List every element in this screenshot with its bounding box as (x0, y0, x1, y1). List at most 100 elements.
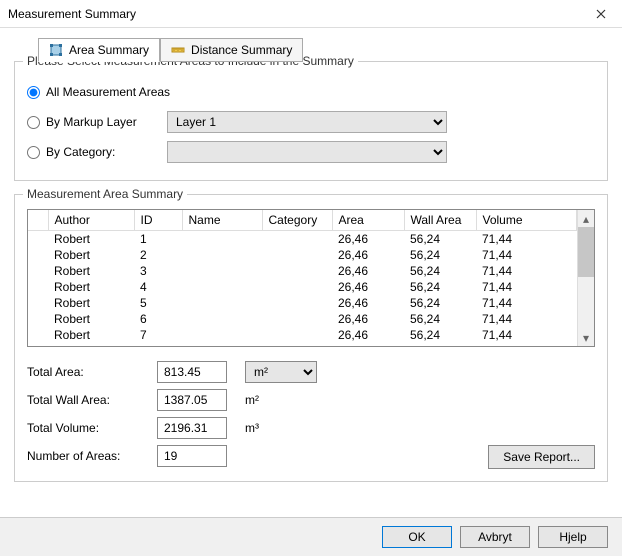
close-button[interactable] (580, 0, 622, 28)
cell-wall: 56,24 (404, 327, 476, 343)
cell-id: 4 (134, 279, 182, 295)
total-wall-value[interactable] (157, 389, 227, 411)
cell-category (262, 327, 332, 343)
cell-volume: 71,44 (476, 327, 577, 343)
table-row[interactable]: Robert426,4656,2471,44 (28, 279, 577, 295)
radio-by-layer[interactable]: By Markup Layer (27, 115, 167, 129)
titlebar: Measurement Summary (0, 0, 622, 28)
tab-area-label: Area Summary (69, 43, 149, 57)
cell-area: 26,46 (332, 311, 404, 327)
cell-volume: 71,44 (476, 279, 577, 295)
tab-distance-summary[interactable]: Distance Summary (160, 38, 303, 62)
radio-all-input[interactable] (27, 86, 40, 99)
cell-author: Robert (48, 327, 134, 343)
tab-area-summary[interactable]: Area Summary (38, 38, 160, 62)
cell-area: 26,46 (332, 263, 404, 279)
total-volume-label: Total Volume: (27, 421, 157, 435)
radio-category-label: By Category: (46, 145, 115, 159)
cell-author: Robert (48, 311, 134, 327)
cell-author: Robert (48, 231, 134, 248)
cell-id: 7 (134, 327, 182, 343)
cell-name (182, 231, 262, 248)
cell-author: Robert (48, 247, 134, 263)
cell-name (182, 295, 262, 311)
col-name[interactable]: Name (182, 210, 262, 231)
cell-volume: 71,44 (476, 263, 577, 279)
area-unit-select[interactable]: m² (245, 361, 317, 383)
cell-volume: 71,44 (476, 231, 577, 248)
cell-id: 1 (134, 231, 182, 248)
selection-group: Please Select Measurement Areas to Inclu… (14, 61, 608, 181)
cell-wall: 56,24 (404, 311, 476, 327)
cell-category (262, 263, 332, 279)
cell-category (262, 279, 332, 295)
cell-id: 3 (134, 263, 182, 279)
category-select[interactable] (167, 141, 447, 163)
radio-layer-input[interactable] (27, 116, 40, 129)
cell-name (182, 263, 262, 279)
total-area-label: Total Area: (27, 365, 157, 379)
cell-area: 26,46 (332, 279, 404, 295)
summary-legend: Measurement Area Summary (23, 187, 187, 201)
summary-group: Measurement Area Summary Author ID Name … (14, 194, 608, 482)
total-volume-value[interactable] (157, 417, 227, 439)
col-volume[interactable]: Volume (476, 210, 577, 231)
cell-author: Robert (48, 279, 134, 295)
radio-by-category[interactable]: By Category: (27, 145, 167, 159)
dialog-footer: OK Avbryt Hjelp (0, 517, 622, 556)
cell-name (182, 247, 262, 263)
radio-layer-label: By Markup Layer (46, 115, 137, 129)
scroll-down-icon[interactable]: ▾ (578, 329, 594, 346)
count-value[interactable] (157, 445, 227, 467)
cell-wall: 56,24 (404, 231, 476, 248)
scroll-up-icon[interactable]: ▴ (578, 210, 594, 227)
total-wall-label: Total Wall Area: (27, 393, 157, 407)
table-row[interactable]: Robert7 26,4656,2471,44 (28, 327, 577, 343)
col-area[interactable]: Area (332, 210, 404, 231)
col-pad[interactable] (28, 210, 48, 231)
cell-author: Robert (48, 263, 134, 279)
cell-wall: 56,24 (404, 263, 476, 279)
cell-id: 6 (134, 311, 182, 327)
col-author[interactable]: Author (48, 210, 134, 231)
table-row[interactable]: Robert526,4656,2471,44 (28, 295, 577, 311)
cell-area: 26,46 (332, 247, 404, 263)
table-row[interactable]: Robert6 26,4656,2471,44 (28, 311, 577, 327)
cell-category (262, 247, 332, 263)
col-id[interactable]: ID (134, 210, 182, 231)
cell-author: Robert (48, 295, 134, 311)
cell-name (182, 327, 262, 343)
table-scrollbar[interactable]: ▴ ▾ (577, 210, 594, 346)
table-row[interactable]: Robert226,4656,2471,44 (28, 247, 577, 263)
total-area-value[interactable] (157, 361, 227, 383)
cell-volume: 71,44 (476, 311, 577, 327)
cell-wall: 56,24 (404, 247, 476, 263)
cell-category (262, 311, 332, 327)
cell-volume: 71,44 (476, 295, 577, 311)
radio-category-input[interactable] (27, 146, 40, 159)
scroll-thumb[interactable] (578, 227, 594, 277)
table-row[interactable]: Robert1 26,4656,2471,44 (28, 231, 577, 248)
help-button[interactable]: Hjelp (538, 526, 608, 548)
table-row[interactable]: Robert3 26,4656,2471,44 (28, 263, 577, 279)
cancel-button[interactable]: Avbryt (460, 526, 530, 548)
cell-area: 26,46 (332, 231, 404, 248)
cell-category (262, 231, 332, 248)
save-report-button[interactable]: Save Report... (488, 445, 595, 469)
layer-select[interactable]: Layer 1 (167, 111, 447, 133)
radio-all-areas[interactable]: All Measurement Areas (27, 85, 170, 99)
summary-table: Author ID Name Category Area Wall Area V… (28, 210, 577, 343)
cell-id: 5 (134, 295, 182, 311)
col-category[interactable]: Category (262, 210, 332, 231)
tab-bar: Area Summary Distance Summary (38, 38, 608, 62)
ok-button[interactable]: OK (382, 526, 452, 548)
col-wall[interactable]: Wall Area (404, 210, 476, 231)
cell-name (182, 279, 262, 295)
tab-distance-label: Distance Summary (191, 43, 292, 57)
distance-icon (171, 43, 185, 57)
cell-area: 26,46 (332, 295, 404, 311)
cell-volume: 71,44 (476, 247, 577, 263)
cell-area: 26,46 (332, 327, 404, 343)
count-label: Number of Areas: (27, 449, 157, 463)
cell-name (182, 311, 262, 327)
